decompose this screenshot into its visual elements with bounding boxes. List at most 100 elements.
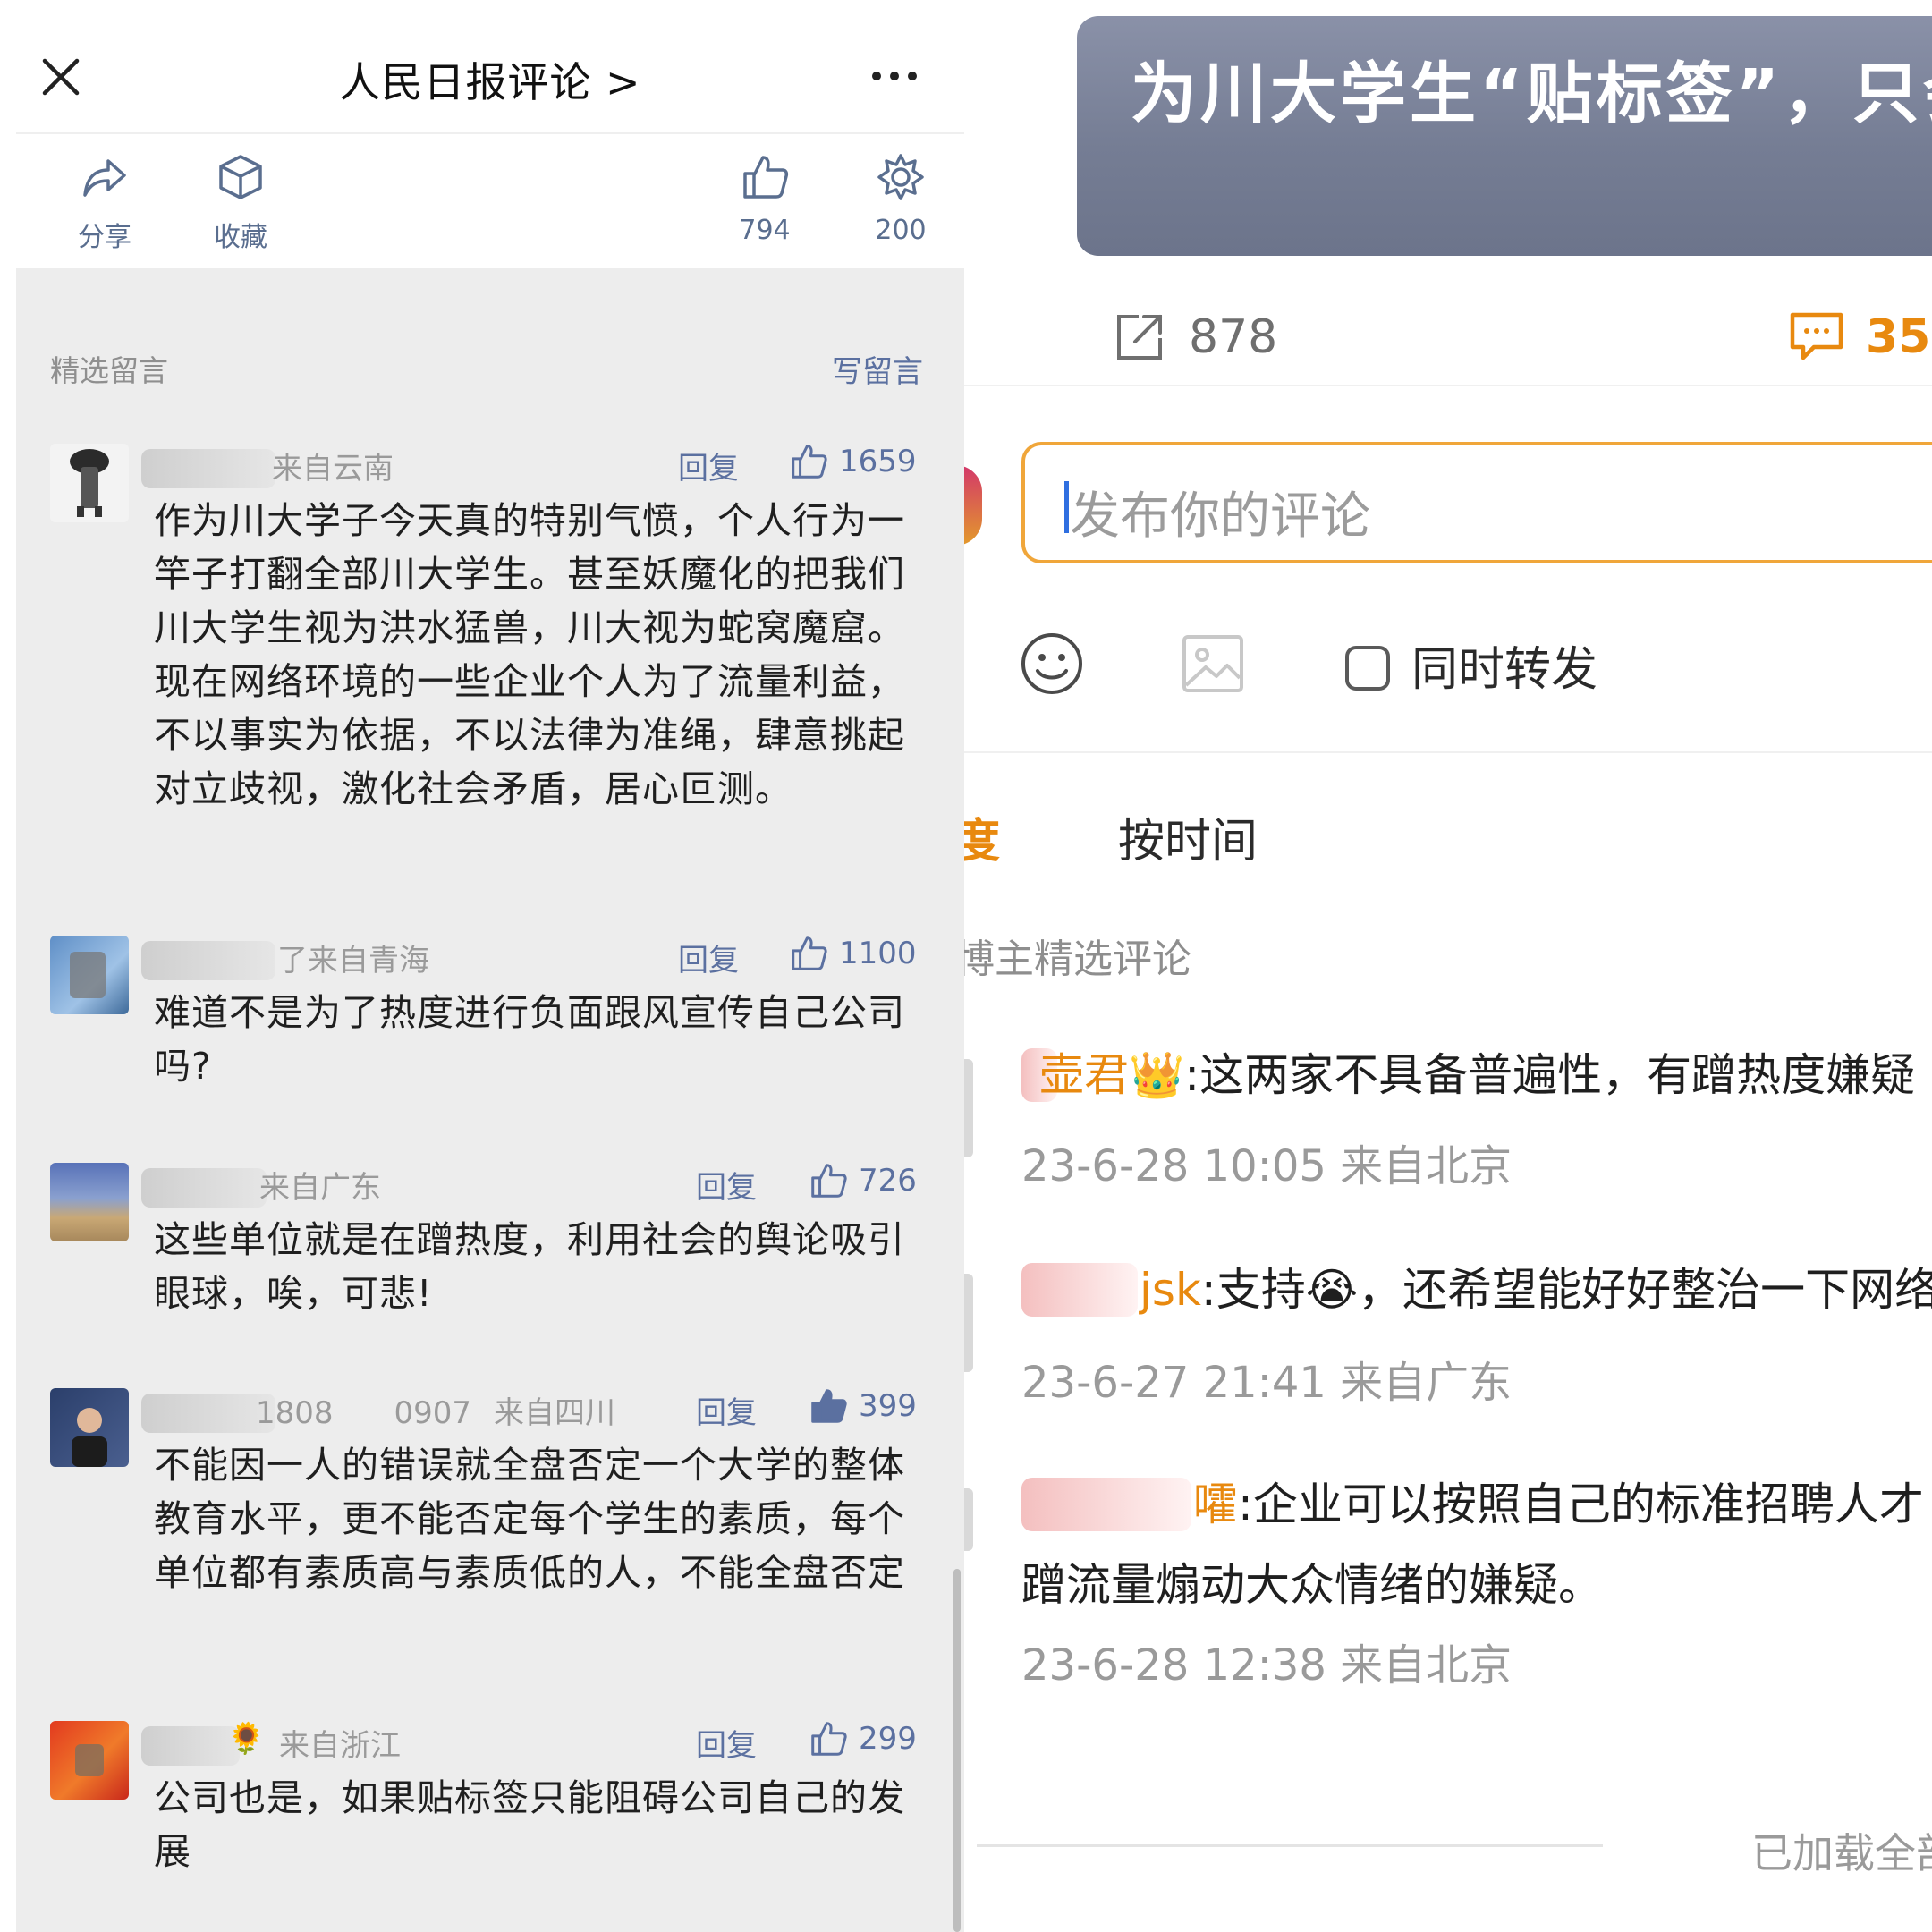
reply-button[interactable]: 回复	[696, 1163, 757, 1207]
avatar[interactable]	[50, 444, 129, 522]
reply-button[interactable]: 回复	[696, 1388, 757, 1432]
comment-text: :企业可以按照自己的标准招聘人才	[1238, 1479, 1924, 1530]
thumbs-up-icon	[740, 152, 790, 202]
comment-meta: 23-6-28 12:38 来自北京	[1021, 1640, 1513, 1690]
comment-line: 壶君👑:这两家不具备普遍性，有蹭热度嫌疑	[1039, 1046, 1915, 1104]
comment-like-count: 299	[859, 1721, 917, 1757]
reply-button[interactable]: 回复	[678, 936, 739, 979]
comment-text: :支持😭，还希望能好好整治一下网络	[1200, 1264, 1932, 1316]
wow-count: 200	[875, 215, 927, 246]
comment-count-button[interactable]: 35	[1787, 309, 1930, 365]
section-title: 精选留言	[50, 353, 168, 388]
divider	[977, 1844, 1603, 1847]
avatar[interactable]	[964, 1059, 973, 1157]
comment-like-button[interactable]: 399	[809, 1385, 917, 1428]
video-banner[interactable]: 为川大学生“贴标签”，只会见	[1077, 16, 1932, 256]
action-bar: 分享 收藏 794 200	[16, 134, 964, 268]
comment-count: 35	[1866, 310, 1931, 364]
comments-area: 精选留言 写留言 来自云南 回复 1659 作为川大学子今天真的特别气愤，个人行…	[16, 268, 964, 1932]
blurred-username	[141, 941, 275, 980]
share-button[interactable]: 分享	[47, 152, 163, 254]
article-header: 人民日报评论 >	[16, 0, 964, 134]
forward-checkbox[interactable]	[1345, 646, 1390, 691]
thumbs-up-filled-icon	[809, 1386, 848, 1426]
reply-button[interactable]: 回复	[678, 444, 739, 487]
comment-like-count: 726	[859, 1163, 917, 1199]
write-comment-button[interactable]: 写留言	[832, 347, 923, 391]
comment-text: 难道不是为了热度进行负面跟风宣传自己公司吗?	[154, 991, 905, 1088]
comment-author[interactable]: 嚯	[1193, 1479, 1238, 1530]
selected-comments-heading: 博主精选评论	[964, 936, 1191, 982]
comment-author[interactable]: 1808 0907	[256, 1388, 471, 1432]
favorite-label: 收藏	[214, 222, 267, 253]
comment-region: 来自四川	[494, 1395, 615, 1431]
comment-line: jsk:支持😭，还希望能好好整治一下网络	[1140, 1261, 1932, 1318]
account-title[interactable]: 人民日报评论 >	[16, 50, 964, 109]
wow-button[interactable]: 200	[843, 152, 959, 246]
video-title: 为川大学生“贴标签”，只会见	[1131, 55, 1932, 132]
forward-label[interactable]: 同时转发	[1411, 631, 1597, 699]
comment-author[interactable]: jsk	[1140, 1264, 1201, 1316]
repost-button[interactable]: 878	[1112, 309, 1277, 365]
comment-input[interactable]: 发布你的评论	[1021, 442, 1932, 564]
repost-icon	[1112, 309, 1167, 365]
stats-row: 878 35	[964, 295, 1932, 386]
comment-like-count: 399	[859, 1388, 917, 1424]
sort-by-time-tab[interactable]: 按时间	[1118, 803, 1258, 870]
share-label: 分享	[78, 222, 131, 253]
comment-like-button[interactable]: 1100	[789, 932, 917, 975]
more-icon[interactable]	[866, 54, 923, 98]
comment-like-count: 1100	[839, 936, 917, 971]
comment-text: 不能因一人的错误就全盘否定一个大学的整体教育水平，更不能否定每个学生的素质，每个…	[154, 1444, 905, 1594]
comment-author[interactable]: 了	[277, 936, 308, 979]
vip-crown-icon: 👑	[1129, 1049, 1185, 1101]
avatar[interactable]	[50, 1388, 129, 1467]
image-icon[interactable]	[1179, 630, 1247, 698]
avatar[interactable]	[50, 936, 129, 1014]
avatar[interactable]	[964, 1274, 973, 1372]
blurred-username	[1021, 1478, 1191, 1531]
comment-meta: 23-6-28 10:05 来自北京	[1021, 1141, 1513, 1191]
avatar[interactable]	[50, 1721, 129, 1800]
right-panel: 为川大学生“贴标签”，只会见 878 35 发布你的评论 同时转发 度 按时	[964, 0, 1932, 1932]
composer-tools: 同时转发	[964, 608, 1932, 753]
text-caret	[1064, 481, 1069, 533]
comment-like-button[interactable]: 299	[809, 1717, 917, 1760]
comment-bubble-icon	[1787, 309, 1846, 365]
like-article-button[interactable]: 794	[707, 152, 823, 246]
comment-meta: 23-6-27 21:41 来自广东	[1021, 1358, 1513, 1408]
comment-region: 来自云南	[272, 451, 394, 487]
emoji-icon[interactable]	[1018, 630, 1086, 698]
comment-like-button[interactable]: 1659	[789, 440, 917, 483]
comment-text-continued: 蹭流量煽动大众情绪的嫌疑。	[1021, 1559, 1603, 1611]
blurred-username	[141, 1168, 267, 1208]
blurred-username	[141, 449, 275, 488]
blurred-username	[1021, 1263, 1138, 1317]
comment-region: 来自广东	[259, 1170, 381, 1206]
user-avatar	[964, 465, 982, 546]
comment-like-count: 1659	[839, 444, 917, 479]
thumbs-up-icon	[809, 1719, 848, 1758]
reply-button[interactable]: 回复	[696, 1721, 757, 1765]
avatar[interactable]	[50, 1163, 129, 1241]
comment-author[interactable]: 壶君	[1039, 1049, 1129, 1101]
sort-by-hot-tab[interactable]: 度	[964, 803, 1000, 870]
repost-count: 878	[1189, 310, 1278, 364]
comment-author[interactable]: 🌻	[227, 1721, 265, 1757]
blurred-username	[141, 1726, 240, 1766]
scrollbar-thumb[interactable]	[953, 1569, 961, 1932]
comment-line: 嚯:企业可以按照自己的标准招聘人才	[1193, 1476, 1924, 1533]
comment-text: 公司也是，如果贴标签只能阻碍公司自己的发展	[154, 1776, 905, 1873]
comment-region: 来自青海	[308, 943, 429, 979]
comment-text: 作为川大学子今天真的特别气愤，个人行为一竿子打翻全部川大学生。甚至妖魔化的把我们…	[154, 499, 905, 810]
thumbs-up-icon	[789, 442, 828, 481]
comment-like-button[interactable]: 726	[809, 1159, 917, 1202]
favorite-button[interactable]: 收藏	[182, 152, 299, 254]
avatar[interactable]	[964, 1488, 973, 1551]
like-count: 794	[739, 215, 791, 246]
flower-icon	[876, 152, 926, 202]
comment-region: 来自浙江	[279, 1728, 401, 1764]
thumbs-up-icon	[789, 934, 828, 973]
comment-input-placeholder: 发布你的评论	[1070, 487, 1370, 546]
cube-icon	[216, 152, 266, 202]
